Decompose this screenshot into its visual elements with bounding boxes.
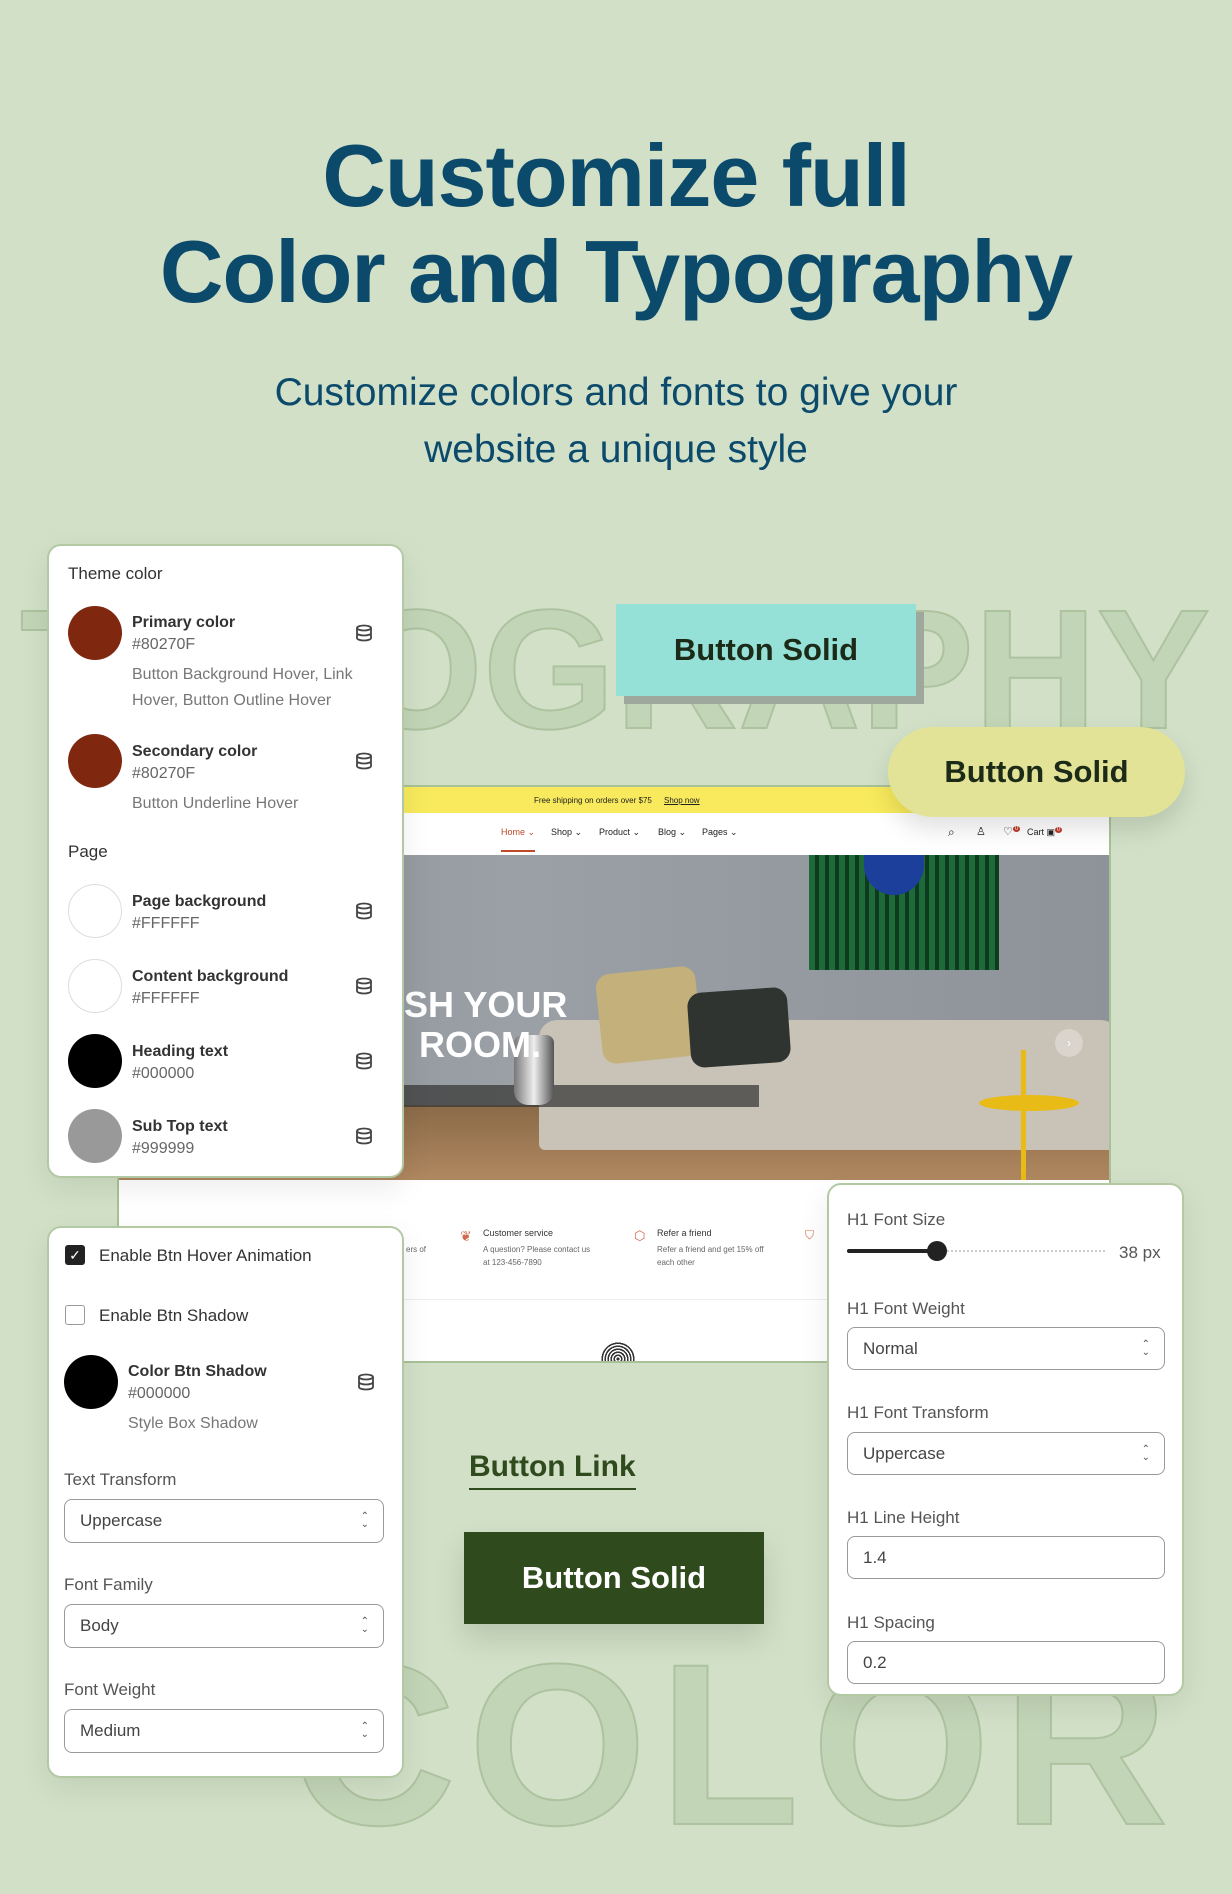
- feature-partial-text: ers of: [406, 1245, 427, 1254]
- chevron-updown-icon: ⌃ ⌄: [360, 1616, 369, 1635]
- hover-animation-label: Enable Btn Hover Animation: [99, 1246, 312, 1265]
- color-name: Color Btn Shadow: [128, 1363, 267, 1380]
- font-family-select[interactable]: Body ⌃ ⌄: [64, 1604, 384, 1648]
- cart-icon: ▣: [1046, 827, 1056, 837]
- feature-desc: Refer a friend and get 15% off each other: [657, 1245, 764, 1267]
- sub-top-text-swatch[interactable]: [68, 1109, 122, 1163]
- database-icon[interactable]: [355, 1127, 373, 1145]
- database-icon[interactable]: [355, 752, 373, 770]
- feature-title: Customer service: [483, 1228, 554, 1238]
- color-description: Button Background Hover, Link Hover, Butt…: [132, 666, 353, 709]
- color-hex: #FFFFFF: [132, 990, 200, 1007]
- page-background-swatch[interactable]: [68, 884, 122, 938]
- h1-font-size-value: 38 px: [1119, 1243, 1161, 1262]
- color-hex: #80270F: [132, 636, 196, 653]
- feature-title: Refer a friend: [657, 1228, 712, 1238]
- nav-blog[interactable]: Blog ⌄: [658, 827, 686, 838]
- button-solid-teal[interactable]: Button Solid: [616, 604, 916, 696]
- color-name: Primary color: [132, 614, 236, 631]
- leaf-icon: ❦: [460, 1228, 472, 1244]
- button-solid-dark[interactable]: Button Solid: [464, 1532, 764, 1624]
- nav-home[interactable]: Home ⌄: [501, 827, 536, 852]
- slider-handle[interactable]: [927, 1241, 948, 1261]
- page-title-line1: Customize full: [322, 126, 910, 225]
- database-icon[interactable]: [355, 902, 373, 920]
- hero-heading-line1: SH YOUR: [404, 984, 568, 1025]
- color-hex: #80270F: [132, 765, 196, 782]
- section-theme-color: Theme color: [68, 564, 163, 583]
- shop-now-link[interactable]: Shop now: [664, 796, 700, 805]
- color-hex: #000000: [128, 1385, 191, 1402]
- font-family-label: Font Family: [64, 1575, 153, 1594]
- content-background-swatch[interactable]: [68, 959, 122, 1013]
- hero-next-arrow[interactable]: ›: [1055, 1029, 1083, 1057]
- h1-typography-panel: H1 Font Size 38 px H1 Font Weight Normal…: [827, 1183, 1184, 1696]
- primary-color-swatch[interactable]: [68, 606, 122, 660]
- h1-line-height-input[interactable]: 1.4: [847, 1536, 1165, 1579]
- button-settings-panel: ✓ Enable Btn Hover Animation Enable Btn …: [47, 1226, 404, 1778]
- h1-spacing-input[interactable]: 0.2: [847, 1641, 1165, 1684]
- color-name: Content background: [132, 968, 289, 985]
- feature-desc: A question? Please contact us at 123-456-…: [483, 1245, 591, 1267]
- h1-font-weight-label: H1 Font Weight: [847, 1299, 965, 1318]
- box-icon: ⬡: [634, 1228, 646, 1243]
- chevron-updown-icon: ⌃ ⌄: [360, 1721, 369, 1740]
- chevron-updown-icon: ⌃ ⌄: [1141, 1338, 1150, 1358]
- slider-fill: [847, 1249, 938, 1253]
- nav-shop[interactable]: Shop ⌄: [551, 827, 582, 838]
- hero-heading-line2: ROOM.: [419, 1024, 541, 1065]
- color-hex: #999999: [132, 1140, 195, 1157]
- color-description: Button Underline Hover: [132, 795, 299, 812]
- database-icon[interactable]: [355, 1052, 373, 1070]
- button-solid-pill[interactable]: Button Solid: [888, 727, 1185, 817]
- shadow-checkbox[interactable]: [65, 1305, 85, 1325]
- h1-font-transform-label: H1 Font Transform: [847, 1403, 989, 1422]
- color-hex: #000000: [132, 1065, 195, 1082]
- chevron-updown-icon: ⌃ ⌄: [1141, 1443, 1150, 1463]
- heading-text-swatch[interactable]: [68, 1034, 122, 1088]
- hover-animation-checkbox[interactable]: ✓: [65, 1245, 85, 1265]
- user-icon[interactable]: ♙: [976, 825, 986, 838]
- wishlist-icon[interactable]: ♡ 0: [1003, 825, 1021, 838]
- font-weight-select[interactable]: Medium ⌃ ⌄: [64, 1709, 384, 1753]
- chevron-updown-icon: ⌃ ⌄: [360, 1511, 369, 1530]
- button-link[interactable]: Button Link: [469, 1450, 636, 1490]
- page-title-line2: Color and Typography: [159, 222, 1073, 321]
- subtitle-line2: website a unique style: [424, 428, 808, 471]
- secondary-color-swatch[interactable]: [68, 734, 122, 788]
- shield-check-icon: ⛉: [805, 1228, 815, 1242]
- color-description: Style Box Shadow: [128, 1415, 258, 1432]
- text-transform-label: Text Transform: [64, 1470, 177, 1489]
- database-icon[interactable]: [357, 1373, 375, 1391]
- color-hex: #FFFFFF: [132, 915, 200, 932]
- nav-product[interactable]: Product ⌄: [599, 827, 640, 838]
- search-icon[interactable]: ⌕: [948, 825, 955, 840]
- shadow-color-swatch[interactable]: [64, 1355, 118, 1409]
- h1-font-size-label: H1 Font Size: [847, 1210, 946, 1229]
- font-weight-label: Font Weight: [64, 1680, 156, 1699]
- h1-font-size-slider[interactable]: [847, 1241, 1105, 1261]
- h1-spacing-label: H1 Spacing: [847, 1613, 935, 1632]
- h1-font-transform-select[interactable]: Uppercase ⌃ ⌄: [847, 1432, 1165, 1475]
- color-name: Heading text: [132, 1043, 229, 1060]
- announcement-text: Free shipping on orders over $75: [534, 795, 652, 805]
- text-transform-select[interactable]: Uppercase ⌃ ⌄: [64, 1499, 384, 1543]
- stamp-logo: [601, 1342, 635, 1361]
- nav-pages[interactable]: Pages ⌄: [702, 827, 738, 838]
- color-name: Sub Top text: [132, 1118, 228, 1135]
- h1-line-height-label: H1 Line Height: [847, 1508, 960, 1527]
- color-name: Secondary color: [132, 743, 258, 760]
- cart-button[interactable]: Cart ▣ 0: [1027, 827, 1063, 838]
- shadow-label: Enable Btn Shadow: [99, 1306, 249, 1325]
- color-name: Page background: [132, 893, 267, 910]
- theme-color-panel: Theme color Primary color #80270F Button…: [47, 544, 404, 1178]
- h1-font-weight-select[interactable]: Normal ⌃ ⌄: [847, 1327, 1165, 1370]
- subtitle-line1: Customize colors and fonts to give your: [274, 371, 958, 414]
- database-icon[interactable]: [355, 977, 373, 995]
- section-page: Page: [68, 842, 108, 861]
- database-icon[interactable]: [355, 624, 373, 642]
